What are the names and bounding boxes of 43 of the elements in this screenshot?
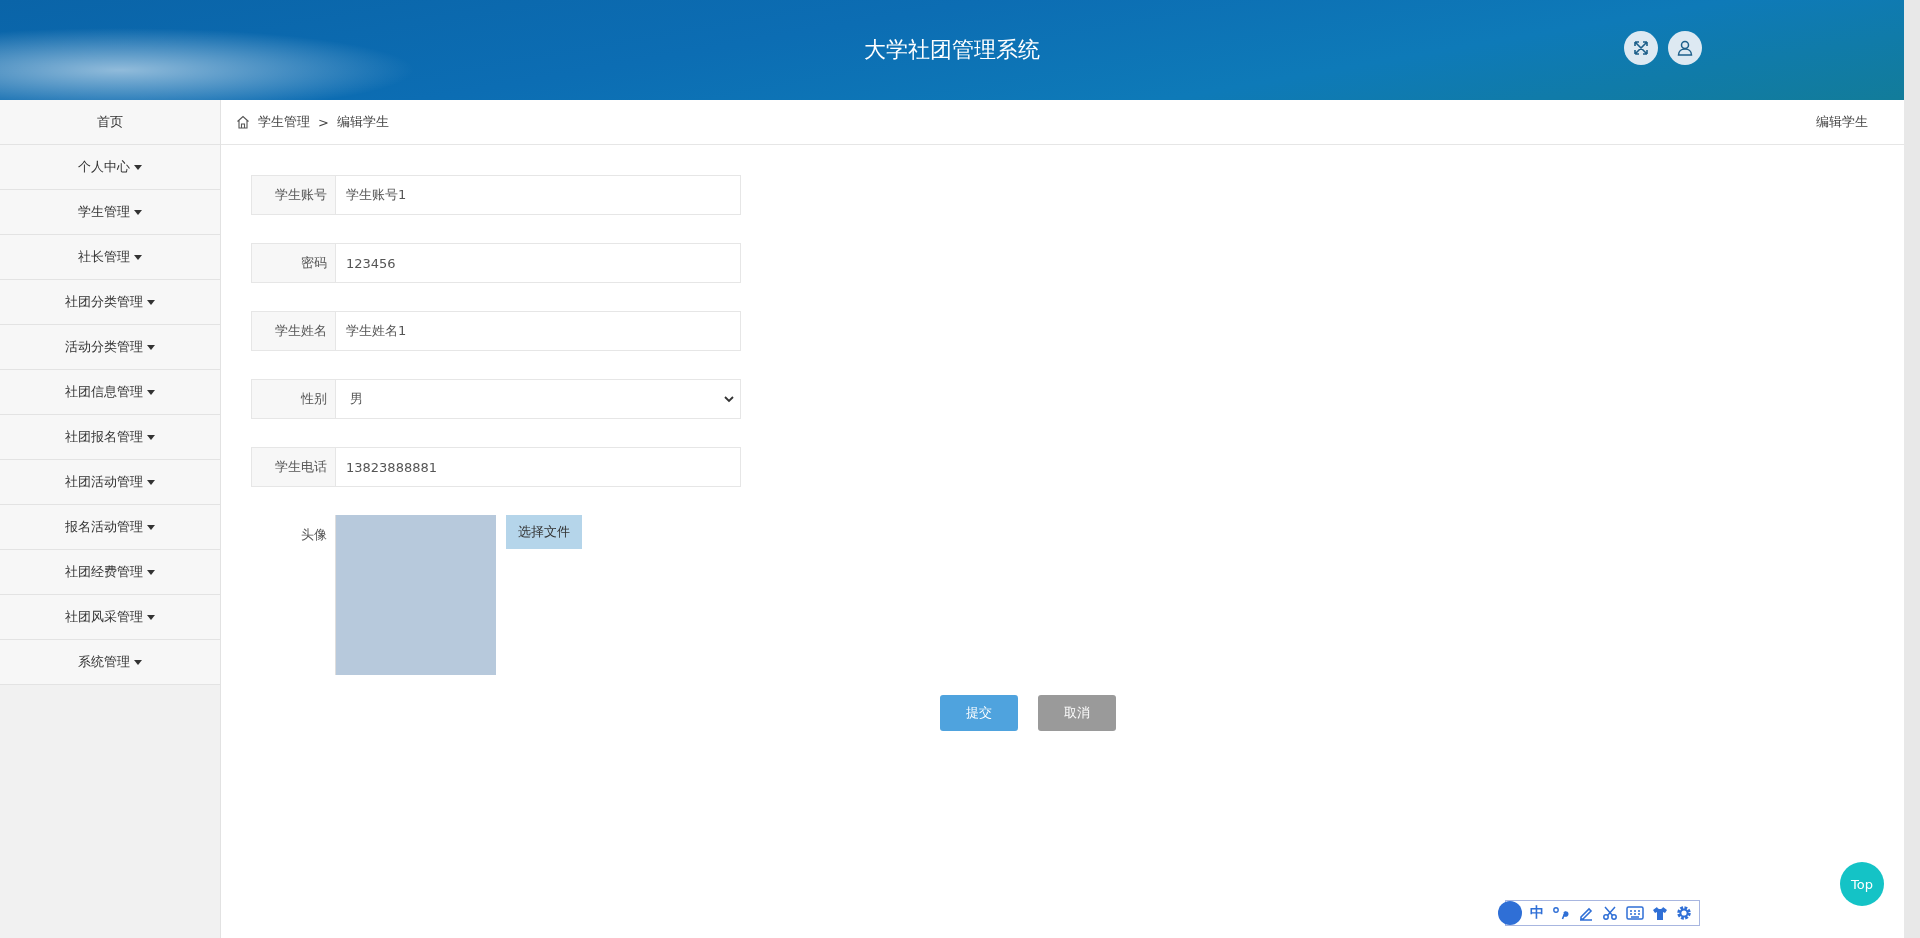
sidebar-menu-item[interactable]: 社团分类管理 — [0, 280, 220, 325]
shirt-icon[interactable] — [1652, 905, 1668, 921]
input-field[interactable]: 学生账号1 — [335, 175, 741, 215]
sidebar-menu-item[interactable]: 社团风采管理 — [0, 595, 220, 640]
pencil-icon[interactable] — [1578, 905, 1594, 921]
page-title: 编辑学生 — [1816, 113, 1868, 131]
sidebar-menu-item[interactable]: 社团报名管理 — [0, 415, 220, 460]
field-label: 学生姓名 — [251, 311, 335, 351]
ime-logo-icon[interactable] — [1498, 901, 1522, 925]
field-label: 学生电话 — [251, 447, 335, 487]
scissors-icon[interactable] — [1602, 905, 1618, 921]
scrollbar[interactable] — [1904, 0, 1920, 938]
choose-file-button[interactable]: 选择文件 — [506, 515, 582, 549]
ime-mode-toggle[interactable]: 中 — [1530, 904, 1544, 922]
system-title: 大学社团管理系统 — [864, 36, 1040, 64]
sidebar-menu-item[interactable]: 系统管理 — [0, 640, 220, 685]
sidebar-menu-item[interactable]: 首页 — [0, 100, 220, 145]
chevron-down-icon — [724, 395, 734, 403]
sidebar-menu-item[interactable]: 社团经费管理 — [0, 550, 220, 595]
breadcrumb-link[interactable]: 学生管理 — [258, 113, 310, 131]
breadcrumb-link[interactable]: 编辑学生 — [336, 113, 389, 131]
sidebar-menu-item[interactable]: 报名活动管理 — [0, 505, 220, 550]
input-field[interactable]: 13823888881 — [335, 447, 741, 487]
input-field[interactable]: 123456 — [335, 243, 741, 283]
sidebar-menu-item[interactable]: 社长管理 — [0, 235, 220, 280]
punctuation-icon[interactable] — [1552, 905, 1570, 921]
breadcrumb-separator: > — [318, 114, 329, 130]
sidebar-menu-item[interactable]: 社团信息管理 — [0, 370, 220, 415]
sidebar-menu-item[interactable]: 活动分类管理 — [0, 325, 220, 370]
home-icon[interactable] — [236, 115, 250, 129]
input-field[interactable]: 学生姓名1 — [335, 311, 741, 351]
keyboard-icon[interactable] — [1626, 906, 1644, 920]
settings-icon[interactable] — [1676, 905, 1692, 921]
field-label: 学生账号 — [251, 175, 335, 215]
gender-select[interactable]: 男 — [335, 379, 741, 419]
sidebar-menu-item[interactable]: 个人中心 — [0, 145, 220, 190]
sidebar-menu-item[interactable]: 社团活动管理 — [0, 460, 220, 505]
field-label: 密码 — [251, 243, 335, 283]
field-label: 性别 — [251, 379, 335, 419]
field-label: 头像 — [300, 526, 328, 544]
user-icon[interactable] — [1668, 31, 1702, 65]
fullscreen-icon[interactable] — [1624, 31, 1658, 65]
sidebar-menu-item[interactable]: 学生管理 — [0, 190, 220, 235]
